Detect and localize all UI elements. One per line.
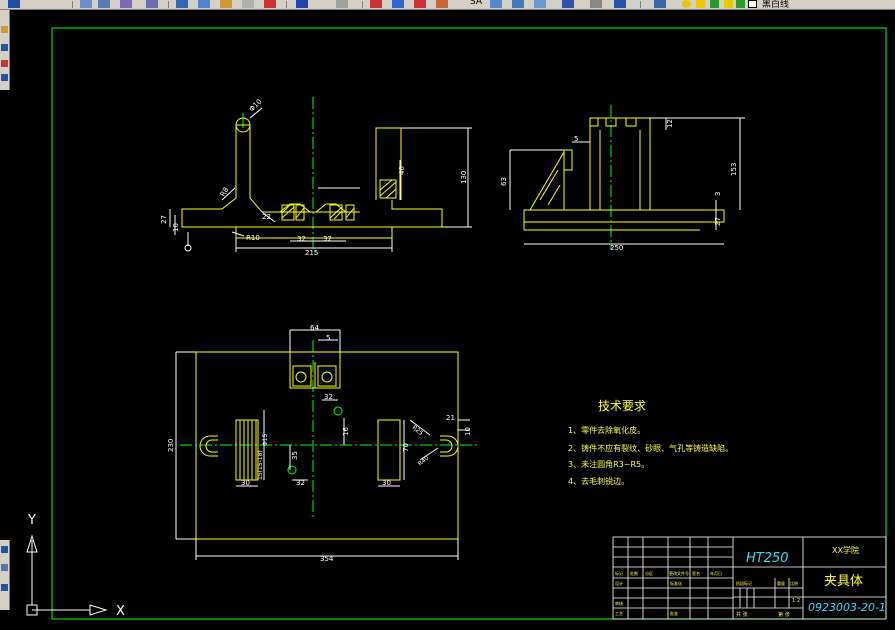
front-left-upright-inner [249,125,270,213]
dim-text: 32 [297,235,306,243]
plan-left-comb-block [235,419,259,481]
ucs-y-label: Y [27,513,36,528]
dim-text: 32 [296,479,305,487]
dim-text: 22 [262,213,271,221]
tb-label: 分区 [645,570,653,576]
tb-label: 设计 [615,580,623,586]
dim-text: 15(15-18) [257,450,264,480]
dim-text: 354 [320,555,334,563]
dim-text: 32 [324,393,333,401]
dim-text: 30 [241,479,250,487]
drawing-number: 0923003-20-1 [808,601,886,614]
front-view-dimension-text: Φ10 R8 R10 27 10 215 32 32 130 40 22 [160,98,468,257]
tb-label: 标准化 [670,580,682,586]
front-base-outline [182,200,443,239]
ucs-x-label: X [116,604,125,619]
tb-label: 更改文件号 [669,570,689,576]
dim-text: 10 [464,427,472,436]
dim-text: 250 [610,244,623,252]
dim-text: R10 [246,234,260,242]
plan-right-block [377,419,401,481]
dim-text: 40 [398,166,406,175]
side-dimension-lines [509,117,745,245]
tb-label: 签名 [692,570,700,576]
plan-bolt-hole [321,371,333,383]
dim-text: 64 [310,324,319,332]
plan-view-dimension-text: 64 5 230 32 16 Φ15 15(15-18) 30 35 32 35… [167,324,472,563]
tb-label: 工艺 [615,611,623,616]
dim-text: 16 [342,427,350,436]
part-name: 夹具体 [824,574,863,589]
dim-text: 70 [402,443,410,452]
dim-text: 12 [666,119,674,128]
dim-text: 21 [446,414,455,422]
side-upright [589,117,651,210]
front-dimension-lines [169,107,472,252]
side-base-plate [523,209,725,223]
drawing-canvas[interactable]: Φ10 R8 R10 27 10 215 32 32 130 40 22 5 1… [0,0,895,630]
tech-req-title: 技术要求 [598,399,646,413]
dim-text: 27 [160,215,168,224]
tech-req-item: 3、未注圆角R3~R5。 [568,459,649,469]
tb-label: 比例 [790,580,798,586]
dim-text: R40 [417,454,431,467]
title-block-text: HT250 XX学院 夹具体 0923003-20-1 1:2 共 张 第 张 … [615,545,886,618]
dim-text: 63 [500,177,508,186]
dim-text: 35 [291,451,299,460]
tb-label: 阶段标记 [736,580,752,586]
dim-text: 130 [460,171,468,184]
drawing-border [51,27,887,620]
dim-text: Φ10 [248,98,264,114]
tb-label: 标记 [615,570,623,576]
dim-text: 27 [714,217,722,226]
tb-label: 审核 [615,600,623,606]
scale-value: 1:2 [792,598,800,604]
tb-label: 年月日 [710,570,722,576]
dim-text: 30 [382,479,391,487]
technical-requirements: 技术要求 1、零件去除氧化皮。 2、铸件不应有裂纹、砂眼、气孔等铸造缺陷。 3、… [568,399,733,486]
material-text: HT250 [746,551,789,566]
side-small-block [563,149,573,171]
sheet-index: 第 张 [778,611,790,618]
sheet-total: 共 张 [736,611,748,618]
plan-view [175,329,480,560]
dim-text: 10 [172,223,180,232]
tech-req-item: 1、零件去除氧化皮。 [568,425,645,435]
tb-label: 批准 [670,610,678,616]
tb-label: 重量 [777,580,785,586]
front-view [169,97,472,252]
dim-text: Φ15 [262,433,269,446]
dim-text: 3 [714,192,722,196]
plan-left-u-slot [199,435,218,457]
dim-text: R25 [411,424,425,437]
tech-req-item: 2、铸件不应有裂纹、砂眼、气孔等铸造缺陷。 [568,443,733,453]
front-left-upright-outline [181,125,237,228]
plan-center-hole [287,465,297,475]
dim-text: R8 [219,186,231,198]
plan-bolt-hole [295,371,307,383]
dim-text: 32 [323,235,332,243]
dim-text: 5 [574,135,578,143]
plan-right-u-slot [440,435,459,457]
school-name: XX学院 [832,545,859,555]
dim-text: 5 [326,334,330,342]
side-rib-triangle [529,150,565,211]
dim-text: 230 [167,439,175,452]
side-view-dimension-text: 5 12 153 63 3 27 250 [500,119,738,252]
dim-text: 215 [305,249,318,257]
plan-center-hole [333,406,343,416]
ucs-icon [26,534,108,616]
side-view [509,105,745,250]
tech-req-item: 4、去毛刺锐边。 [568,476,629,486]
dim-text: 153 [730,163,738,176]
tb-label: 处数 [630,570,638,576]
